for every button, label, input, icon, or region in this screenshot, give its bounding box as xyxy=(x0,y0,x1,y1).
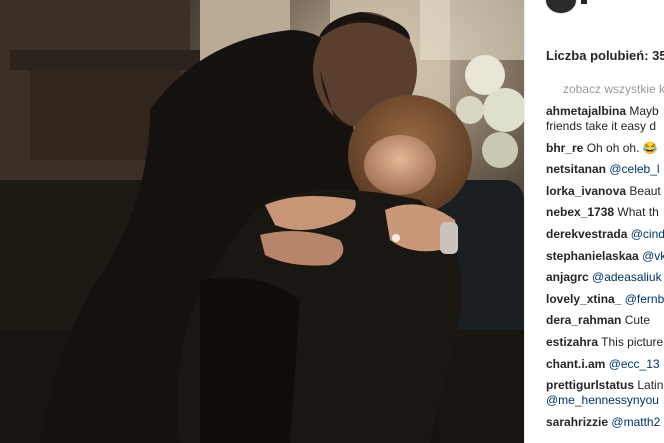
comment-mention[interactable]: @me_hennessynyou xyxy=(546,393,664,408)
comment-item: prettigurlstatus Latin @me_hennessynyou xyxy=(546,378,664,408)
comment-username[interactable]: chant.i.am xyxy=(546,357,605,371)
comment-mention[interactable]: @cind xyxy=(631,227,664,241)
comment-item: lovely_xtina_ @fernb xyxy=(546,292,664,307)
comment-mention[interactable]: @adeasaliuk xyxy=(592,270,662,284)
comment-username[interactable]: prettigurlstatus xyxy=(546,378,634,392)
comment-text: What th xyxy=(617,205,659,220)
comment-mention[interactable]: @vk xyxy=(642,249,664,263)
comment-username[interactable]: ahmetajalbina xyxy=(546,104,626,118)
comment-item: stephanielaskaa @vk xyxy=(546,249,664,264)
post-photo[interactable] xyxy=(0,0,524,443)
comment-item: sarahrizzie @matth2 xyxy=(546,415,664,430)
comment-mention[interactable]: @ecc_13 xyxy=(609,357,660,371)
comment-username[interactable]: estizahra xyxy=(546,335,598,349)
comment-text: Oh oh oh. 😂 xyxy=(586,140,658,155)
comment-item: ahmetajalbina Mayb friends take it easy … xyxy=(546,104,664,134)
comment-username[interactable]: netsitanan xyxy=(546,162,606,176)
comment-item: lorka_ivanova Beaut xyxy=(546,184,664,199)
comment-mention[interactable]: @matth2 xyxy=(611,415,660,429)
comment-item: netsitanan @celeb_l xyxy=(546,162,664,177)
comment-item: bhr_re Oh oh oh. 😂 xyxy=(546,141,664,156)
comment-text: Latin xyxy=(637,378,664,393)
view-all-comments-link[interactable]: zobacz wszystkie ko xyxy=(563,82,664,96)
comment-username[interactable]: anjagrc xyxy=(546,270,589,284)
comment-text: Mayb xyxy=(629,104,659,118)
comment-mention[interactable]: @celeb_l xyxy=(609,162,659,176)
comments-panel: Liczba polubień: 358 zobacz wszystkie ko… xyxy=(524,0,664,443)
comment-item: anjagrc @adeasaliuk xyxy=(546,270,664,285)
comment-text: Cute xyxy=(624,313,651,328)
comment-mention[interactable]: @fernb xyxy=(625,292,664,306)
comment-text: This picture xyxy=(601,334,664,349)
likes-count[interactable]: Liczba polubień: 358 xyxy=(546,48,664,63)
comment-item: nebex_1738 What th xyxy=(546,205,664,220)
comment-username[interactable]: stephanielaskaa xyxy=(546,249,639,263)
author-username-fragment[interactable] xyxy=(581,0,587,4)
comment-item: dera_rahman Cute xyxy=(546,313,664,328)
comment-username[interactable]: lovely_xtina_ xyxy=(546,292,621,306)
comment-text-continued: friends take it easy d xyxy=(546,119,657,133)
comment-username[interactable]: sarahrizzie xyxy=(546,415,608,429)
comment-list: ahmetajalbina Mayb friends take it easy … xyxy=(546,104,664,436)
author-avatar[interactable] xyxy=(545,0,577,14)
post-photo-image xyxy=(0,0,524,443)
comment-username[interactable]: lorka_ivanova xyxy=(546,184,626,198)
comment-username[interactable]: derekvestrada xyxy=(546,227,627,241)
comment-item: derekvestrada @cind xyxy=(546,227,664,242)
comment-item: chant.i.am @ecc_13 xyxy=(546,357,664,372)
comment-username[interactable]: nebex_1738 xyxy=(546,205,614,219)
comment-username[interactable]: bhr_re xyxy=(546,141,583,155)
comment-username[interactable]: dera_rahman xyxy=(546,313,621,327)
comment-text: Beaut xyxy=(629,183,661,198)
comment-item: estizahra This picture xyxy=(546,335,664,350)
